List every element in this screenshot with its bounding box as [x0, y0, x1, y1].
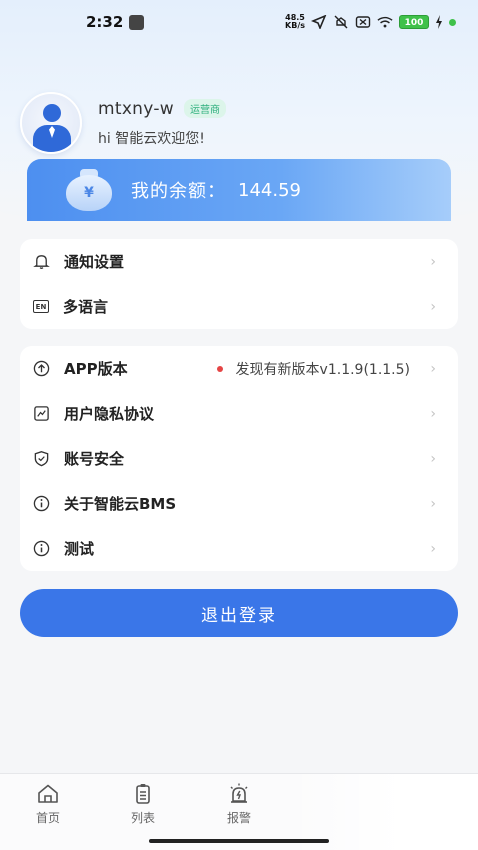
chevron-right-icon: › — [430, 253, 436, 270]
notification-settings-label: 通知设置 — [64, 253, 125, 271]
tab-home[interactable]: 首页 — [18, 782, 78, 826]
network-speed: 48.5 KB/s — [285, 14, 305, 30]
language-icon: EN — [33, 300, 49, 313]
about-label: 关于智能云BMS — [64, 495, 177, 513]
language-row[interactable]: EN 多语言 › — [20, 284, 458, 329]
balance-value: 144.59 — [238, 179, 301, 201]
charging-icon — [436, 15, 442, 29]
chevron-right-icon: › — [430, 540, 436, 557]
status-dot — [449, 18, 456, 26]
status-time: 2:32 — [86, 13, 124, 31]
app-version-label: APP版本 — [64, 360, 128, 378]
info-icon — [33, 495, 50, 512]
settings-card-about: APP版本 发现有新版本v1.1.9(1.1.5) › 用户隐私协议 › 账号安… — [20, 346, 458, 571]
shield-icon — [34, 451, 49, 467]
tab-alarm[interactable]: 报警 — [209, 782, 269, 826]
test-row[interactable]: 测试 › — [20, 526, 458, 571]
balance-card[interactable]: ¥ 我的余额： 144.59 — [27, 159, 451, 221]
bell-icon — [33, 255, 50, 270]
greeting-text: hi 智能云欢迎您! — [98, 130, 205, 147]
tab-list-label: 列表 — [130, 811, 155, 825]
money-bag-icon: ¥ — [63, 169, 115, 211]
chevron-right-icon: › — [430, 360, 436, 377]
privacy-policy-label: 用户隐私协议 — [64, 405, 155, 423]
wifi-icon — [377, 16, 393, 28]
status-icons: 48.5 KB/s 100 — [285, 14, 456, 30]
chevron-right-icon: › — [430, 495, 436, 512]
username: mtxny-w — [98, 98, 174, 119]
chevron-right-icon: › — [430, 298, 436, 315]
tab-list[interactable]: 列表 — [113, 782, 173, 826]
chevron-right-icon: › — [430, 405, 436, 422]
about-row[interactable]: 关于智能云BMS › — [20, 481, 458, 526]
status-bar: 2:32 48.5 KB/s 100 — [0, 0, 478, 44]
user-profile: mtxny-w 运营商 hi 智能云欢迎您! — [20, 92, 226, 154]
wrench-icon — [129, 14, 145, 30]
alarm-icon — [230, 783, 248, 803]
account-security-label: 账号安全 — [64, 450, 125, 468]
logout-button[interactable]: 退出登录 — [20, 589, 458, 637]
update-badge — [216, 365, 223, 372]
tab-alarm-label: 报警 — [226, 811, 251, 825]
list-icon — [136, 784, 150, 804]
settings-card-general: 通知设置 › EN 多语言 › — [20, 239, 458, 329]
privacy-icon — [34, 406, 49, 421]
account-security-row[interactable]: 账号安全 › — [20, 436, 458, 481]
mute-icon — [334, 15, 348, 29]
chevron-right-icon: › — [430, 450, 436, 467]
home-icon — [38, 784, 58, 803]
balance-label: 我的余额： — [131, 181, 226, 202]
avatar[interactable] — [20, 92, 82, 154]
privacy-policy-row[interactable]: 用户隐私协议 › — [20, 391, 458, 436]
upload-icon — [33, 360, 50, 377]
home-indicator[interactable] — [149, 839, 329, 843]
info-icon — [33, 540, 50, 557]
battery-indicator: 100 — [399, 15, 429, 29]
network-speed-unit: KB/s — [285, 21, 305, 30]
language-label: 多语言 — [63, 298, 109, 316]
app-version-value: 发现有新版本v1.1.9(1.1.5) — [235, 361, 410, 378]
location-icon — [311, 15, 327, 29]
sim-off-icon — [355, 16, 371, 28]
role-badge: 运营商 — [183, 99, 226, 118]
tab-home-label: 首页 — [35, 811, 60, 825]
test-label: 测试 — [64, 540, 95, 558]
notification-settings-row[interactable]: 通知设置 › — [20, 239, 458, 284]
app-version-row[interactable]: APP版本 发现有新版本v1.1.9(1.1.5) › — [20, 346, 458, 391]
